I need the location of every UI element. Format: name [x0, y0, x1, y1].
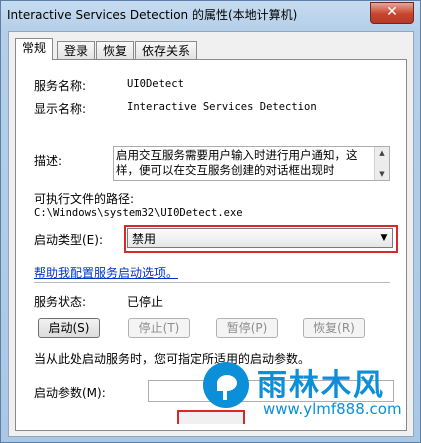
exe-path-value: C:\Windows\system32\UI0Detect.exe — [34, 207, 243, 219]
service-name-label: 服务名称: — [34, 79, 87, 93]
watermark-url: www.ylmf888.com — [263, 400, 402, 418]
description-scrollbar[interactable]: ▲ ▼ — [374, 147, 389, 180]
watermark-title: 雨林木风 — [257, 368, 385, 403]
watermark: 雨林木风 www.ylmf888.com — [197, 356, 417, 436]
window-title: Interactive Services Detection 的属性(本地计算机… — [7, 8, 298, 22]
properties-dialog: Interactive Services Detection 的属性(本地计算机… — [0, 0, 421, 443]
scroll-up-icon[interactable]: ▲ — [375, 147, 389, 159]
stem-icon — [223, 388, 227, 400]
service-name-value: UI0Detect — [127, 78, 184, 90]
startup-help-link[interactable]: 帮助我配置服务启动选项。 — [34, 264, 178, 281]
tab-logon[interactable]: 登录 — [57, 41, 96, 59]
divider — [34, 282, 390, 283]
service-status-value: 已停止 — [127, 295, 164, 309]
display-name-value: Interactive Services Detection — [127, 101, 317, 113]
start-button[interactable]: 启动(S) — [38, 318, 100, 338]
resume-button[interactable]: 恢复(R) — [303, 318, 365, 338]
pause-button[interactable]: 暂停(P) — [216, 318, 278, 338]
chevron-down-icon[interactable]: ▼ — [376, 229, 392, 247]
service-status-label: 服务状态: — [34, 295, 87, 309]
tab-dependencies[interactable]: 依存关系 — [135, 41, 198, 59]
display-name-label: 显示名称: — [34, 102, 87, 116]
description-label: 描述: — [34, 154, 63, 168]
startup-type-select[interactable]: 禁用 ▼ — [127, 228, 393, 248]
startup-type-label: 启动类型(E): — [34, 233, 103, 247]
tab-recovery[interactable]: 恢复 — [96, 41, 135, 59]
stop-button[interactable]: 停止(T) — [128, 318, 190, 338]
close-button[interactable]: ✕ — [370, 2, 414, 24]
watermark-logo-icon — [203, 362, 249, 408]
start-params-label: 启动参数(M): — [34, 386, 106, 400]
startup-type-value: 禁用 — [132, 232, 157, 246]
close-icon: ✕ — [386, 4, 398, 20]
scroll-down-icon[interactable]: ▼ — [375, 168, 389, 180]
leaf-icon — [217, 375, 237, 391]
description-text: 启用交互服务需要用户输入时进行用户通知，这样，便可以在交互服务创建的对话框出现时 — [116, 148, 358, 177]
tab-general[interactable]: 常规 — [15, 38, 54, 60]
exe-path-label: 可执行文件的路径: — [34, 192, 135, 206]
description-box[interactable]: 启用交互服务需要用户输入时进行用户通知，这样，便可以在交互服务创建的对话框出现时… — [113, 146, 390, 181]
